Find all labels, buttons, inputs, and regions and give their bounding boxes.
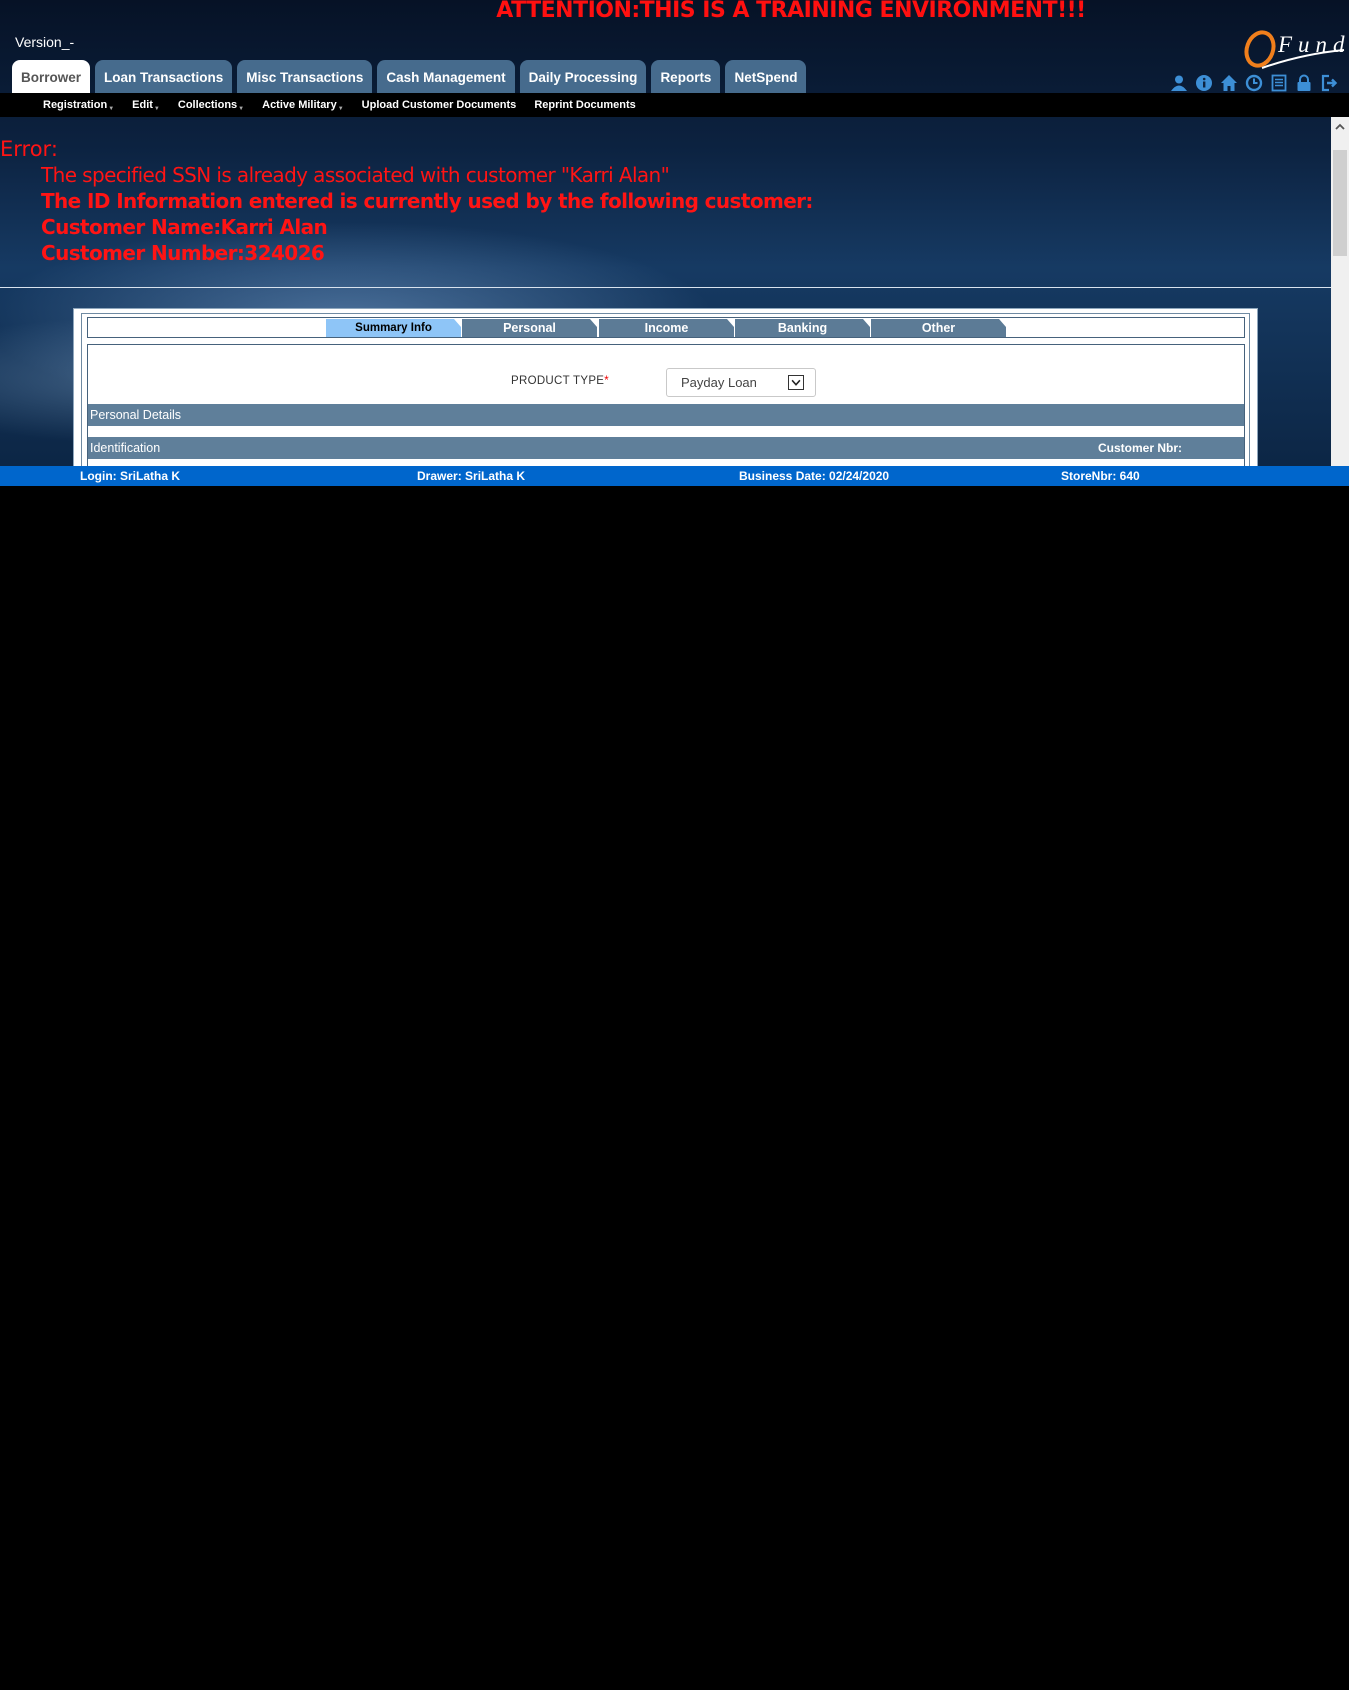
chevron-down-icon[interactable] xyxy=(788,375,804,390)
sub-navigation: Registration▼ Edit▼ Collections▼ Active … xyxy=(0,93,1349,117)
lock-icon[interactable] xyxy=(1295,74,1313,92)
product-type-label-text: PRODUCT TYPE xyxy=(511,375,605,387)
subnav-edit[interactable]: Edit▼ xyxy=(132,99,160,112)
section-personal-details: Personal Details xyxy=(88,404,1244,426)
clock-icon[interactable] xyxy=(1245,74,1263,92)
section-identification: Identification Customer Nbr: xyxy=(88,437,1244,459)
chevron-down-icon: ▼ xyxy=(108,106,115,112)
error-line-ssn: The specified SSN is already associated … xyxy=(41,163,670,187)
scrollbar-thumb[interactable] xyxy=(1333,150,1347,256)
home-icon[interactable] xyxy=(1220,74,1238,92)
chevron-down-icon: ▼ xyxy=(153,106,160,112)
subnav-label: Collections xyxy=(177,99,238,111)
section-title: Personal Details xyxy=(90,408,182,422)
vertical-scrollbar[interactable] xyxy=(1331,117,1349,469)
step-personal[interactable]: Personal xyxy=(462,319,597,337)
subnav-reprint-documents[interactable]: Reprint Documents xyxy=(534,99,635,111)
subnav-label: Registration xyxy=(43,99,108,111)
step-banking[interactable]: Banking xyxy=(735,319,870,337)
divider xyxy=(0,287,1331,288)
status-bar: Login: SriLatha K Drawer: SriLatha K Bus… xyxy=(0,466,1349,486)
error-line-id-info: The ID Information entered is currently … xyxy=(41,189,813,213)
toolbar-icons xyxy=(1170,74,1338,92)
main-tabs: Borrower Loan Transactions Misc Transact… xyxy=(12,60,811,93)
tab-cash-management[interactable]: Cash Management xyxy=(377,60,515,93)
chevron-down-icon: ▼ xyxy=(337,106,344,112)
training-banner: ATTENTION:THIS IS A TRAINING ENVIRONMENT… xyxy=(496,0,1086,23)
version-label: Version_- xyxy=(15,34,75,50)
error-title: Error: xyxy=(0,137,58,161)
tab-borrower[interactable]: Borrower xyxy=(12,60,91,93)
error-message: Error: The specified SSN is already asso… xyxy=(0,136,1330,266)
section-title: Identification xyxy=(90,441,161,455)
product-type-label: PRODUCT TYPE* xyxy=(511,375,609,387)
scroll-up-icon[interactable] xyxy=(1335,122,1345,132)
tab-loan-transactions[interactable]: Loan Transactions xyxy=(95,60,233,93)
status-store-number: StoreNbr: 640 xyxy=(1061,469,1140,483)
customer-nbr-label: Customer Nbr: xyxy=(1097,441,1182,455)
subnav-upload-customer-documents[interactable]: Upload Customer Documents xyxy=(362,99,517,111)
logout-icon[interactable] xyxy=(1320,74,1338,92)
subnav-label: Edit xyxy=(132,99,153,111)
user-icon[interactable] xyxy=(1170,74,1188,92)
qfund-logo: Fund xyxy=(1244,30,1346,69)
subnav-collections[interactable]: Collections▼ xyxy=(177,99,245,112)
status-login: Login: SriLatha K xyxy=(80,469,180,483)
logo-text: Fund xyxy=(1277,32,1346,57)
subnav-active-military[interactable]: Active Military▼ xyxy=(262,99,344,112)
product-type-select[interactable]: Payday Loan xyxy=(666,368,816,397)
tab-misc-transactions[interactable]: Misc Transactions xyxy=(237,60,373,93)
step-income[interactable]: Income xyxy=(599,319,734,337)
status-business-date: Business Date: 02/24/2020 xyxy=(739,469,890,483)
chevron-down-icon: ▼ xyxy=(238,106,245,112)
subnav-label: Active Military xyxy=(262,99,337,111)
required-marker: * xyxy=(604,375,610,387)
tab-daily-processing[interactable]: Daily Processing xyxy=(519,60,647,93)
subnav-registration[interactable]: Registration▼ xyxy=(43,99,115,112)
step-other[interactable]: Other xyxy=(871,319,1006,337)
tab-netspend[interactable]: NetSpend xyxy=(725,60,807,93)
product-type-value: Payday Loan xyxy=(681,375,757,390)
document-icon[interactable] xyxy=(1270,74,1288,92)
info-icon[interactable] xyxy=(1195,74,1213,92)
error-line-customer-name: Customer Name:Karri Alan xyxy=(41,215,328,239)
app-window: ATTENTION:THIS IS A TRAINING ENVIRONMENT… xyxy=(0,0,1349,486)
step-summary-info[interactable]: Summary Info xyxy=(326,319,461,337)
tab-reports[interactable]: Reports xyxy=(651,60,721,93)
error-line-customer-number: Customer Number:324026 xyxy=(41,241,325,265)
status-drawer: Drawer: SriLatha K xyxy=(417,469,526,483)
